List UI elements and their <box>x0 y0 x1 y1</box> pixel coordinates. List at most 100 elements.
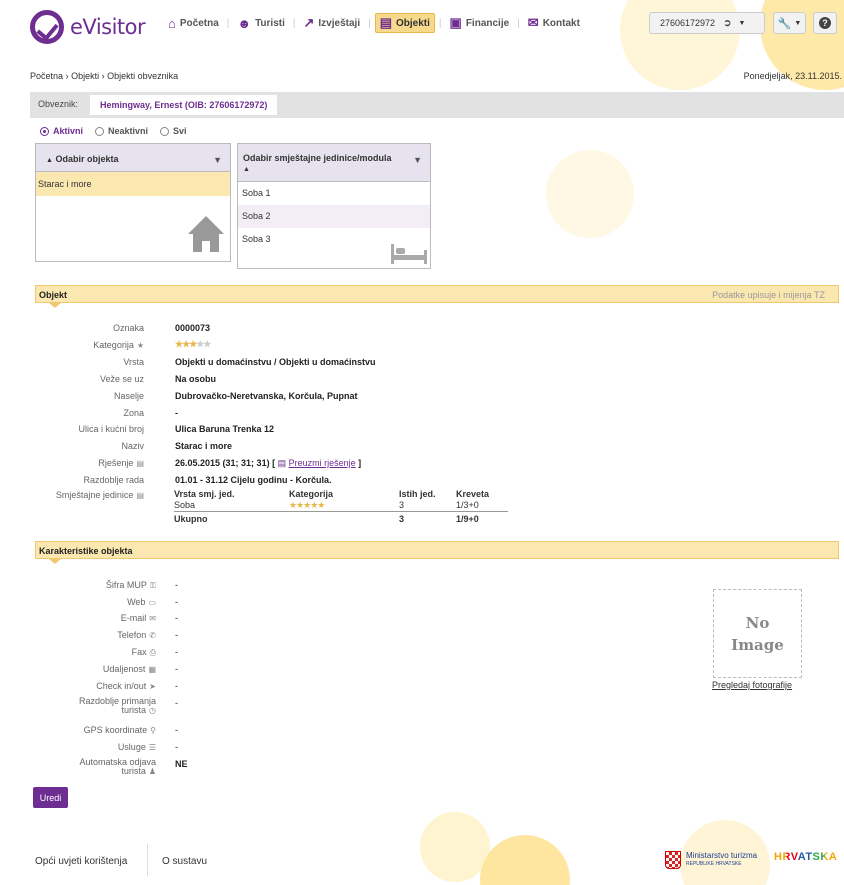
nav-separator: | <box>292 17 296 29</box>
radio-dot <box>40 126 49 136</box>
bed-icon: ▤ <box>379 15 393 30</box>
table-row: Soba ★★★★★ 3 1/3+0 <box>174 500 508 511</box>
evisitor-logo[interactable]: eVisitor <box>30 10 146 44</box>
table-cell: 1/9+0 <box>456 514 479 524</box>
no-image-text: Image <box>731 635 784 654</box>
razdoblje-primanja-value: - <box>175 698 178 708</box>
user-menu-button[interactable]: 27606172972 ➲ ▼ <box>649 12 765 34</box>
category-stars: ★★★★★ <box>289 500 325 510</box>
units-table: Vrsta smj. jed. Kategorija Istih jed. Kr… <box>174 489 508 524</box>
field-label: GPS koordinate ⚲ <box>83 725 156 735</box>
star-icon: ★ <box>136 341 144 350</box>
checkin-value: - <box>175 681 178 691</box>
no-image-placeholder: No Image <box>713 589 802 678</box>
bed-large-icon <box>391 244 427 264</box>
fax-icon: ⎙ <box>149 648 156 657</box>
object-panel-title: Odabir objekta <box>55 154 119 164</box>
unit-select-panel: Odabir smještajne jedinice/modula ▼ ▲ So… <box>237 143 431 269</box>
field-label: Naselje <box>113 391 144 401</box>
rjesenje-text: 26.05.2015 (31; 31; 31) [ <box>175 458 276 468</box>
unit-list-item[interactable]: Soba 2 <box>238 205 430 228</box>
field-label: Šifra MUP ⚿ <box>105 580 156 590</box>
field-label: Zona <box>123 408 144 418</box>
help-button[interactable]: ? <box>813 12 837 34</box>
karakteristike-section-header: Karakteristike objekta <box>35 541 839 564</box>
download-rjesenje-link[interactable]: Preuzmi rješenje <box>289 458 356 468</box>
edit-button[interactable]: Uredi <box>33 787 68 808</box>
razdoblje-value: 01.01 - 31.12 Cijelu godinu - Korčula. <box>175 475 332 485</box>
ministry-text: Ministarstvo turizma REPUBLIKE HRVATSKE <box>686 852 757 868</box>
radio-neaktivni[interactable]: Neaktivni <box>95 126 148 136</box>
field-label: Web ▭ <box>127 597 156 607</box>
column-header: Kreveta <box>456 489 490 499</box>
ministry-name: Ministarstvo turizma <box>686 851 758 860</box>
breadcrumb-pocetna[interactable]: Početna <box>30 71 63 81</box>
filter-icon[interactable]: ▼ <box>213 155 222 165</box>
nav-label: Početna <box>179 17 219 29</box>
object-list-item[interactable]: Starac i more <box>36 172 230 196</box>
radio-label: Svi <box>173 126 187 136</box>
radio-dot <box>95 126 105 136</box>
help-icon: ? <box>819 17 831 29</box>
main-nav: ⌂ Početna | ☻ Turisti | ↗ Izvještaji | ▤… <box>164 13 584 33</box>
mup-value: - <box>175 580 178 590</box>
logout-icon: ➲ <box>723 17 732 29</box>
no-image-text: No <box>745 613 770 632</box>
naselje-value: Dubrovačko-Neretvanska, Korčula, Pupnat <box>175 391 358 401</box>
radio-svi[interactable]: Svi <box>160 126 187 136</box>
obveznik-selector[interactable]: Hemingway, Ernest (OIB: 27606172972) <box>90 95 278 115</box>
clock-icon: ◷ <box>149 706 156 715</box>
nav-pocetna[interactable]: ⌂ Početna <box>164 13 223 33</box>
nav-turisti[interactable]: ☻ Turisti <box>233 13 289 33</box>
filter-icon[interactable]: ▼ <box>413 155 422 165</box>
telefon-value: - <box>175 630 178 640</box>
column-header: Istih jed. <box>399 489 436 499</box>
hrvatska-logo[interactable]: HRVATSKA <box>774 851 837 863</box>
section-title: Objekt <box>39 290 68 300</box>
nav-label: Objekti <box>396 17 430 29</box>
field-label: Usluge ☰ <box>117 742 156 752</box>
map-marker-icon: ⚲ <box>150 726 156 735</box>
rjesenje-value: 26.05.2015 (31; 31; 31) [ ▤ Preuzmi rješ… <box>175 458 361 469</box>
table-cell: 3 <box>399 514 405 524</box>
table-cell: 3 <box>399 500 405 510</box>
field-label: Automatska odjava turista ♟ <box>79 757 156 777</box>
terms-link[interactable]: Opći uvjeti korištenja <box>35 856 127 867</box>
breadcrumb: Početna › Objekti › Objekti obveznika <box>30 71 178 81</box>
object-panel-header[interactable]: ▲ Odabir objekta ▼ <box>36 144 230 172</box>
status-filter: Aktivni Neaktivni Svi <box>40 126 199 136</box>
current-date: Ponedjeljak, 23.11.2015. <box>743 71 842 81</box>
radio-aktivni[interactable]: Aktivni <box>40 126 83 136</box>
ministry-logo[interactable]: Ministarstvo turizma REPUBLIKE HRVATSKE <box>665 851 757 869</box>
udaljenost-value: - <box>175 664 178 674</box>
breadcrumb-objekti[interactable]: Objekti <box>71 71 99 81</box>
object-select-panel: ▲ Odabir objekta ▼ Starac i more <box>35 143 231 262</box>
sort-asc-icon: ▲ <box>243 166 250 173</box>
phone-icon: ✆ <box>149 631 156 640</box>
users-icon: ☻ <box>237 15 252 31</box>
nav-izvjestaji[interactable]: ↗ Izvještaji <box>300 13 365 33</box>
field-label: Razdoblje primanja turista ◷ <box>78 696 156 716</box>
top-header: eVisitor ⌂ Početna | ☻ Turisti | ↗ Izvje… <box>0 0 844 48</box>
footer-divider <box>147 844 148 876</box>
sort-asc-icon: ▲ <box>46 157 53 164</box>
field-label: Vrsta <box>123 357 144 367</box>
obveznik-bar: Obveznik: Hemingway, Ernest (OIB: 276061… <box>30 92 844 118</box>
radio-label: Aktivni <box>53 126 84 136</box>
about-link[interactable]: O sustavu <box>162 856 207 867</box>
units-table-header: Vrsta smj. jed. Kategorija Istih jed. Kr… <box>174 489 508 500</box>
section-note: Podatke upisuje i mijenja TZ <box>712 290 825 300</box>
nav-kontakt[interactable]: ✉ Kontakt <box>524 13 584 33</box>
tools-menu-button[interactable]: 🔧 ▼ <box>773 12 806 34</box>
monitor-icon: ▭ <box>148 598 156 607</box>
vrsta-value: Objekti u domaćinstvu / Objekti u domaći… <box>175 357 376 367</box>
unit-panel-header[interactable]: Odabir smještajne jedinice/modula ▼ ▲ <box>238 144 430 182</box>
oznaka-value: 0000073 <box>175 323 211 333</box>
nav-financije[interactable]: ▣ Financije <box>446 13 514 33</box>
unit-list-item[interactable]: Soba 1 <box>238 182 430 205</box>
envelope-icon: ✉ <box>527 15 539 30</box>
document-icon: ▤ <box>136 459 144 468</box>
nav-objekti[interactable]: ▤ Objekti <box>374 13 435 33</box>
view-photos-link[interactable]: Pregledaj fotografije <box>712 680 792 690</box>
breadcrumb-separator: › <box>65 71 69 81</box>
